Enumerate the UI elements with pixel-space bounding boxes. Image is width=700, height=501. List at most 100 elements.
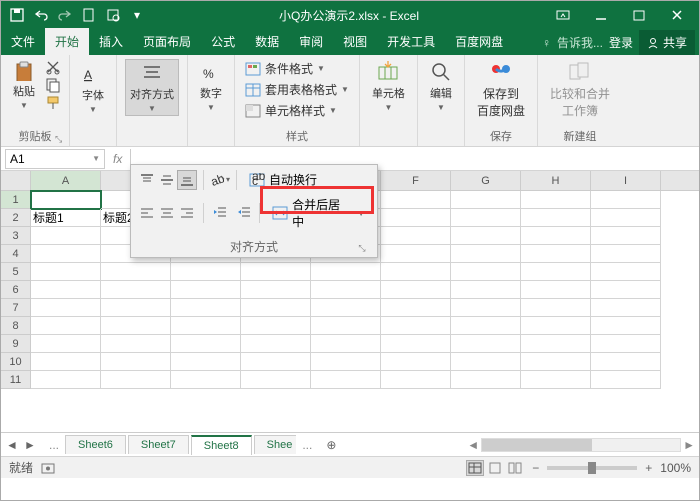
cell[interactable] — [311, 335, 381, 353]
cell[interactable] — [521, 371, 591, 389]
cell[interactable] — [521, 281, 591, 299]
alignment-launcher-icon[interactable]: ⤡ — [357, 243, 367, 253]
cell[interactable] — [171, 317, 241, 335]
cell[interactable] — [591, 299, 661, 317]
row-header[interactable]: 4 — [1, 245, 31, 263]
cell[interactable] — [591, 353, 661, 371]
cell[interactable] — [101, 335, 171, 353]
minimize-button[interactable] — [583, 3, 619, 27]
row-header[interactable]: 8 — [1, 317, 31, 335]
cell[interactable] — [101, 299, 171, 317]
cell[interactable] — [591, 191, 661, 209]
cell[interactable] — [591, 317, 661, 335]
tab-baidu[interactable]: 百度网盘 — [445, 28, 513, 55]
row-header[interactable]: 11 — [1, 371, 31, 389]
cell[interactable] — [31, 335, 101, 353]
page-layout-view-icon[interactable] — [486, 460, 504, 476]
cells-button[interactable]: 单元格 ▼ — [368, 59, 409, 114]
redo-icon[interactable] — [57, 7, 73, 23]
tab-insert[interactable]: 插入 — [89, 28, 133, 55]
tab-formulas[interactable]: 公式 — [201, 28, 245, 55]
cell[interactable] — [521, 353, 591, 371]
cell[interactable] — [451, 353, 521, 371]
cell[interactable]: 标题1 — [31, 209, 101, 227]
cell[interactable] — [591, 263, 661, 281]
tab-view[interactable]: 视图 — [333, 28, 377, 55]
align-center-icon[interactable] — [157, 203, 177, 223]
cell[interactable] — [101, 371, 171, 389]
number-button[interactable]: % 数字 ▼ — [196, 59, 226, 114]
cell[interactable] — [521, 335, 591, 353]
scrollbar-track[interactable] — [481, 438, 681, 452]
sheet-tab[interactable]: Shee — [254, 435, 297, 454]
cell[interactable] — [451, 191, 521, 209]
alignment-button[interactable]: 对齐方式 ▼ — [125, 59, 179, 116]
cell[interactable] — [311, 281, 381, 299]
cell[interactable] — [171, 371, 241, 389]
print-preview-icon[interactable] — [105, 7, 121, 23]
cut-icon[interactable] — [45, 59, 61, 75]
tab-review[interactable]: 审阅 — [289, 28, 333, 55]
cell[interactable] — [311, 353, 381, 371]
cell[interactable] — [381, 353, 451, 371]
zoom-out-icon[interactable]: − — [532, 461, 539, 475]
cell[interactable] — [171, 263, 241, 281]
scrollbar-thumb[interactable] — [482, 439, 592, 451]
cell[interactable] — [451, 281, 521, 299]
cell[interactable] — [521, 191, 591, 209]
name-box[interactable]: A1 ▼ — [5, 149, 105, 169]
cell[interactable] — [591, 245, 661, 263]
cell[interactable] — [31, 353, 101, 371]
cell[interactable] — [451, 263, 521, 281]
cell[interactable] — [521, 263, 591, 281]
format-painter-icon[interactable] — [45, 95, 61, 111]
cell[interactable] — [451, 227, 521, 245]
save-baidu-button[interactable]: 保存到百度网盘 — [473, 59, 529, 121]
sheet-nav-prev-icon[interactable]: ◄ — [5, 438, 19, 452]
cell[interactable] — [241, 353, 311, 371]
cell[interactable] — [381, 263, 451, 281]
merge-center-button[interactable]: 合并后居中 ▼ — [266, 194, 371, 232]
cell[interactable] — [381, 227, 451, 245]
cell[interactable] — [451, 371, 521, 389]
row-header[interactable]: 6 — [1, 281, 31, 299]
cell[interactable] — [31, 245, 101, 263]
align-right-icon[interactable] — [177, 203, 197, 223]
cell[interactable] — [311, 317, 381, 335]
sheet-nav-next-icon[interactable]: ► — [23, 438, 37, 452]
cell[interactable] — [451, 317, 521, 335]
cell[interactable] — [591, 335, 661, 353]
sign-in[interactable]: 登录 — [609, 34, 633, 51]
sheet-tab[interactable]: Sheet6 — [65, 435, 126, 454]
orientation-icon[interactable]: ab▾ — [210, 170, 230, 190]
cell-styles-button[interactable]: 单元格样式 ▼ — [243, 101, 351, 120]
tab-developer[interactable]: 开发工具 — [377, 28, 445, 55]
tab-file[interactable]: 文件 — [1, 28, 45, 55]
zoom-in-icon[interactable]: + — [645, 461, 652, 475]
cell[interactable] — [171, 299, 241, 317]
select-all-corner[interactable] — [1, 171, 31, 190]
cell[interactable] — [381, 317, 451, 335]
cell[interactable] — [31, 281, 101, 299]
cell[interactable] — [381, 281, 451, 299]
align-middle-icon[interactable] — [157, 170, 177, 190]
row-header[interactable]: 7 — [1, 299, 31, 317]
chevron-down-icon[interactable]: ▼ — [92, 154, 100, 163]
cell[interactable] — [521, 317, 591, 335]
cell[interactable] — [241, 317, 311, 335]
row-header[interactable]: 3 — [1, 227, 31, 245]
sheet-tab[interactable]: Sheet7 — [128, 435, 189, 454]
paste-button[interactable]: 粘贴 ▼ — [9, 59, 39, 112]
cell[interactable] — [381, 245, 451, 263]
horizontal-scrollbar[interactable]: ◄ ► — [467, 438, 695, 452]
align-top-icon[interactable] — [137, 170, 157, 190]
increase-indent-icon[interactable] — [234, 203, 254, 223]
cell[interactable] — [311, 371, 381, 389]
cell[interactable] — [381, 299, 451, 317]
cell[interactable] — [31, 227, 101, 245]
col-header[interactable]: A — [31, 171, 101, 190]
col-header[interactable]: F — [381, 171, 451, 190]
cell[interactable] — [31, 263, 101, 281]
cell[interactable] — [451, 299, 521, 317]
sheet-ellipsis-left[interactable]: ... — [45, 438, 63, 452]
